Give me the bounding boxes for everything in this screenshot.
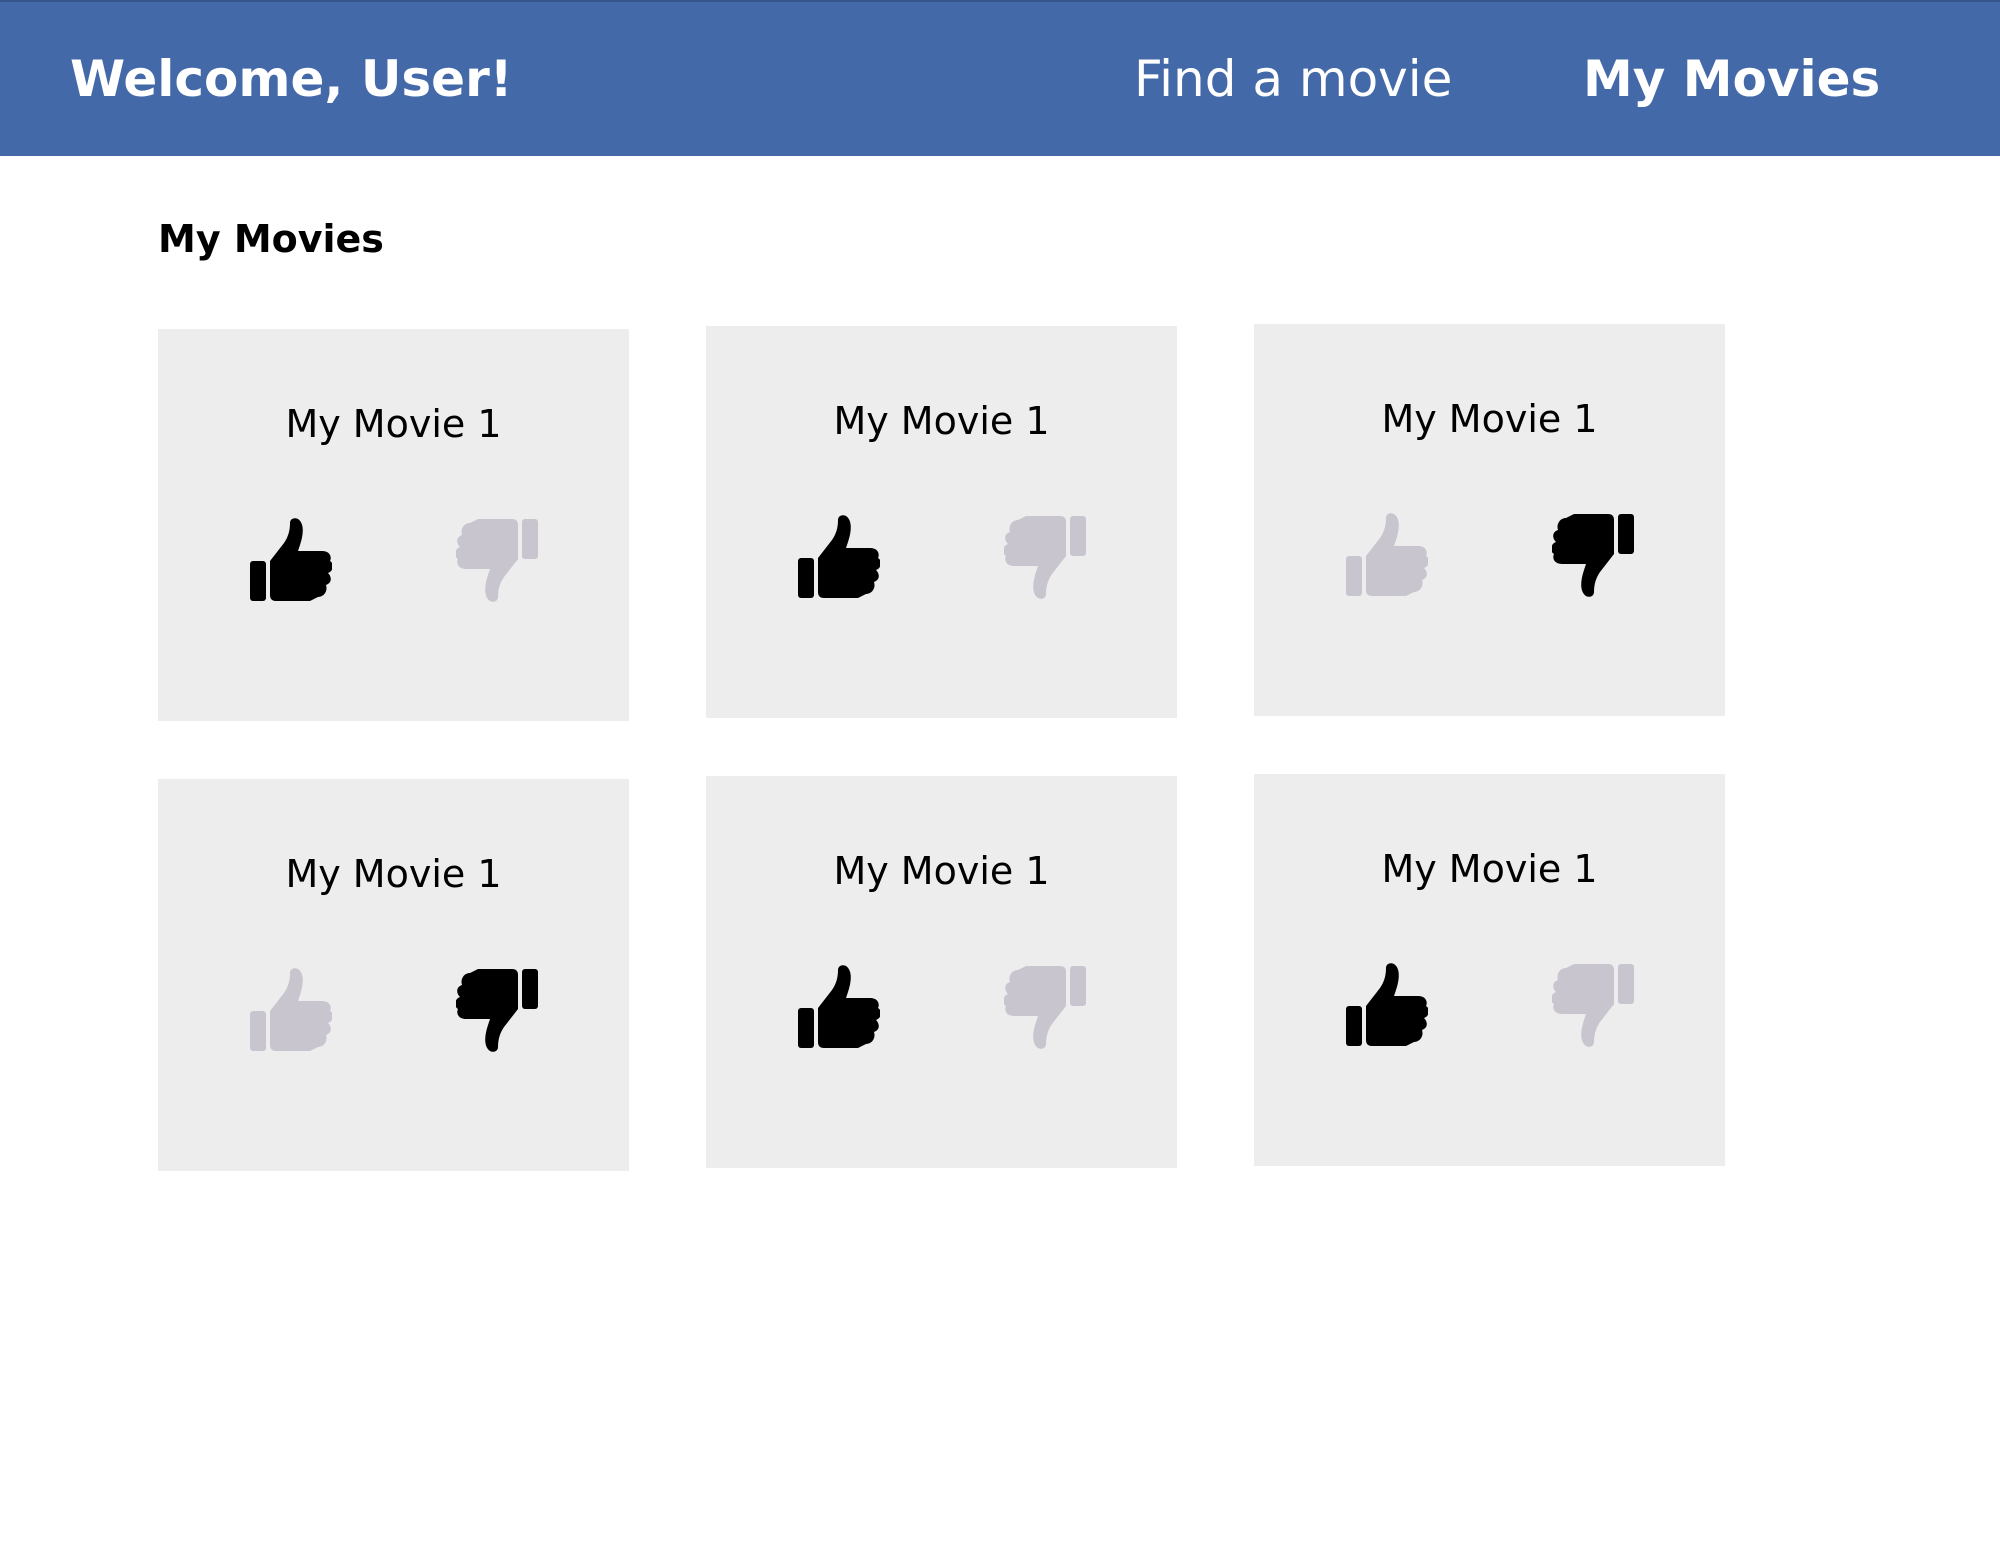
nav-my-movies-link[interactable]: My Movies	[1583, 47, 1880, 111]
thumbs-up-icon[interactable]	[1346, 512, 1428, 598]
movie-card: My Movie 1	[1254, 774, 1725, 1166]
thumbs-down-icon[interactable]	[1004, 514, 1086, 600]
thumbs-down-icon[interactable]	[456, 967, 538, 1053]
movie-card: My Movie 1	[706, 326, 1177, 718]
page-title: My Movies	[158, 217, 384, 261]
thumbs-down-icon[interactable]	[1552, 512, 1634, 598]
welcome-message: Welcome, User!	[70, 50, 513, 108]
movie-title: My Movie 1	[285, 402, 502, 446]
movie-title: My Movie 1	[1381, 397, 1598, 441]
thumbs-down-icon[interactable]	[1552, 962, 1634, 1048]
movie-title: My Movie 1	[285, 852, 502, 896]
thumbs-up-icon[interactable]	[250, 967, 332, 1053]
movie-card: My Movie 1	[158, 329, 629, 721]
thumbs-down-icon[interactable]	[1004, 964, 1086, 1050]
movie-title: My Movie 1	[833, 849, 1050, 893]
movie-card: My Movie 1	[1254, 324, 1725, 716]
movie-card: My Movie 1	[158, 779, 629, 1171]
movie-title: My Movie 1	[833, 399, 1050, 443]
thumbs-down-icon[interactable]	[456, 517, 538, 603]
thumbs-up-icon[interactable]	[1346, 962, 1428, 1048]
movie-card: My Movie 1	[706, 776, 1177, 1168]
thumbs-up-icon[interactable]	[250, 517, 332, 603]
thumbs-up-icon[interactable]	[798, 964, 880, 1050]
thumbs-up-icon[interactable]	[798, 514, 880, 600]
movie-title: My Movie 1	[1381, 847, 1598, 891]
nav-find-movie-link[interactable]: Find a movie	[1134, 47, 1452, 111]
top-navigation-bar: Welcome, User! Find a movie My Movies	[0, 0, 2000, 156]
